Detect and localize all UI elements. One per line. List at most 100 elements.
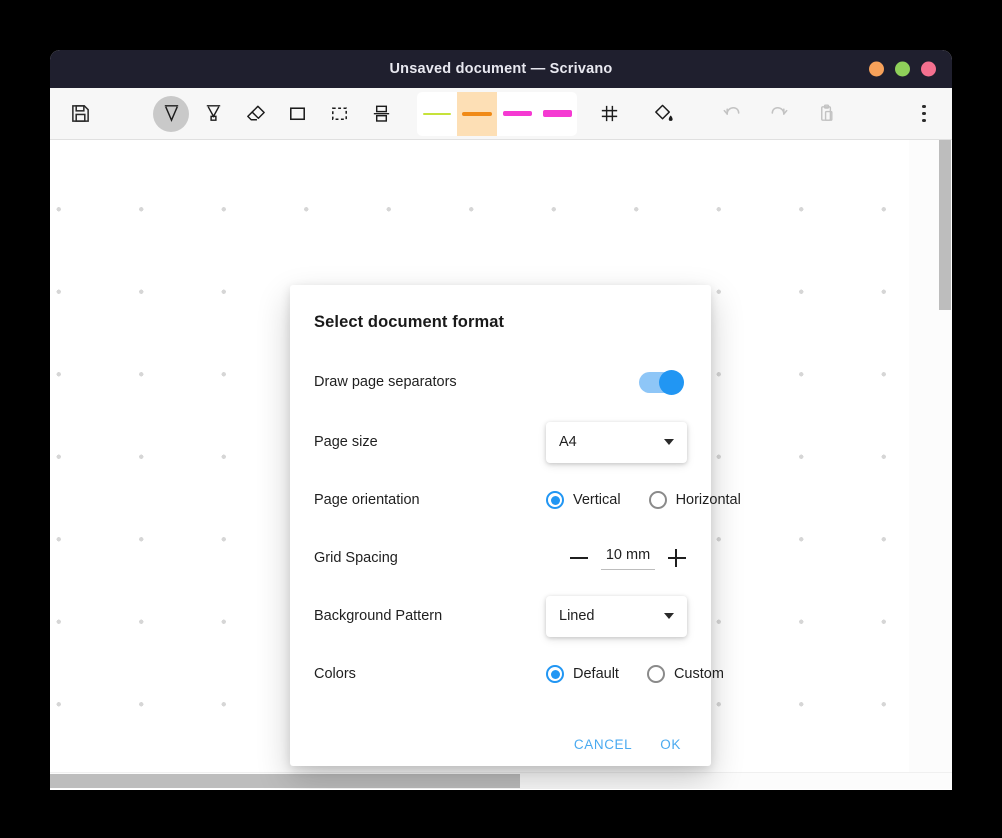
grid-button[interactable] — [591, 96, 627, 132]
row-control: A4 — [546, 421, 687, 463]
select-tool-button[interactable] — [321, 96, 357, 132]
maximize-button[interactable] — [895, 61, 910, 77]
radio-label: Default — [573, 666, 619, 682]
page-size-select[interactable]: A4 — [546, 421, 687, 463]
radio-indicator — [546, 491, 564, 509]
row-label: Background Pattern — [314, 608, 443, 624]
row-label: Colors — [314, 666, 356, 682]
swatch-3[interactable] — [537, 92, 577, 136]
save-icon — [70, 103, 91, 124]
row-grid-spacing: Grid Spacing 10 mm — [314, 530, 687, 586]
row-control: Lined — [546, 595, 687, 637]
draw-page-separators-toggle[interactable] — [639, 369, 684, 395]
pen-tool-button[interactable] — [153, 95, 189, 132]
menu-dot — [922, 104, 926, 109]
radio-label: Custom — [673, 666, 724, 682]
radio-indicator — [646, 665, 665, 683]
swatch-line — [423, 112, 451, 115]
app-window: Unsaved document — Scrivano Select docum… — [50, 50, 952, 790]
swatch-1[interactable] — [457, 91, 497, 136]
eraser-icon — [244, 102, 267, 125]
row-label: Page orientation — [314, 492, 420, 508]
swatch-0[interactable] — [417, 92, 457, 136]
redo-icon — [768, 102, 791, 125]
row-control — [546, 369, 687, 395]
background-pattern-select[interactable]: Lined — [546, 595, 687, 637]
page-orientation-radio-group: Vertical Horizontal — [546, 491, 741, 509]
toolbar — [50, 88, 952, 140]
screen: Unsaved document — Scrivano Select docum… — [0, 0, 1002, 838]
rectangle-tool-button[interactable] — [279, 96, 315, 132]
highlighter-icon — [202, 102, 225, 125]
window-controls — [869, 61, 936, 77]
rectangle-icon — [286, 102, 309, 125]
grid-spacing-decrease-button[interactable] — [569, 548, 589, 568]
radio-indicator — [546, 665, 564, 683]
dialog-actions: CANCEL OK — [314, 737, 687, 752]
fill-bucket-icon — [652, 102, 675, 125]
clipboard-icon — [816, 102, 839, 125]
radio-label: Horizontal — [675, 492, 741, 508]
grid-spacing-stepper: 10 mm — [569, 546, 687, 570]
grid-icon — [598, 102, 621, 125]
cancel-button[interactable]: CANCEL — [574, 737, 632, 752]
secondary-tools — [591, 96, 845, 132]
swatch-line — [462, 111, 492, 116]
pen-icon — [160, 102, 183, 125]
ok-button[interactable]: OK — [660, 737, 681, 752]
spacer-icon — [370, 102, 393, 125]
page-size-value: A4 — [559, 434, 577, 450]
row-control: Vertical Horizontal — [546, 491, 741, 509]
paste-button[interactable] — [809, 96, 845, 132]
save-button[interactable] — [62, 96, 98, 132]
swatch-line — [502, 111, 532, 116]
document-format-dialog: Select document format Draw page separat… — [290, 285, 741, 766]
row-page-orientation: Page orientation Vertical Horizontal — [314, 472, 741, 528]
drawing-tools — [153, 95, 399, 132]
row-label: Draw page separators — [314, 374, 457, 390]
chevron-down-icon — [664, 613, 674, 619]
overflow-menu-button[interactable] — [910, 99, 938, 129]
row-label: Grid Spacing — [314, 550, 398, 566]
row-control: 10 mm — [546, 546, 687, 570]
dialog-title: Select document format — [314, 313, 505, 331]
titlebar: Unsaved document — Scrivano — [50, 50, 952, 88]
undo-icon — [720, 102, 743, 125]
row-page-size: Page size A4 — [314, 414, 687, 470]
window-title: Unsaved document — Scrivano — [389, 61, 613, 77]
redo-button[interactable] — [761, 96, 797, 132]
row-draw-page-separators: Draw page separators — [314, 354, 687, 410]
document-canvas[interactable]: Select document format Draw page separat… — [50, 140, 952, 789]
chevron-down-icon — [664, 439, 674, 445]
radio-indicator — [648, 491, 667, 509]
radio-custom[interactable]: Custom — [646, 665, 724, 683]
pen-swatch-strip — [417, 91, 577, 136]
row-background-pattern: Background Pattern Lined — [314, 588, 687, 644]
swatch-line — [542, 110, 572, 117]
spacer-tool-button[interactable] — [363, 96, 399, 132]
menu-dot — [922, 118, 926, 123]
row-colors: Colors Default Custom — [314, 646, 724, 702]
colors-radio-group: Default Custom — [546, 665, 724, 683]
eraser-tool-button[interactable] — [237, 96, 273, 132]
fill-button[interactable] — [645, 96, 681, 132]
background-pattern-value: Lined — [559, 608, 595, 624]
row-label: Page size — [314, 434, 378, 450]
radio-label: Vertical — [573, 492, 621, 508]
grid-spacing-value: 10 mm — [605, 547, 651, 563]
radio-default[interactable]: Default — [546, 665, 619, 683]
row-control: Default Custom — [546, 665, 750, 683]
close-button[interactable] — [921, 61, 936, 77]
undo-button[interactable] — [713, 96, 749, 132]
grid-spacing-increase-button[interactable] — [667, 548, 687, 568]
toggle-knob — [659, 369, 684, 395]
radio-vertical[interactable]: Vertical — [546, 491, 621, 509]
swatch-2[interactable] — [497, 92, 537, 136]
grid-spacing-input[interactable]: 10 mm — [601, 546, 655, 570]
menu-dot — [922, 111, 926, 116]
minimize-button[interactable] — [869, 61, 884, 77]
selection-icon — [328, 102, 351, 125]
highlighter-tool-button[interactable] — [195, 96, 231, 132]
modal-layer: Select document format Draw page separat… — [50, 140, 952, 789]
radio-horizontal[interactable]: Horizontal — [648, 491, 741, 509]
